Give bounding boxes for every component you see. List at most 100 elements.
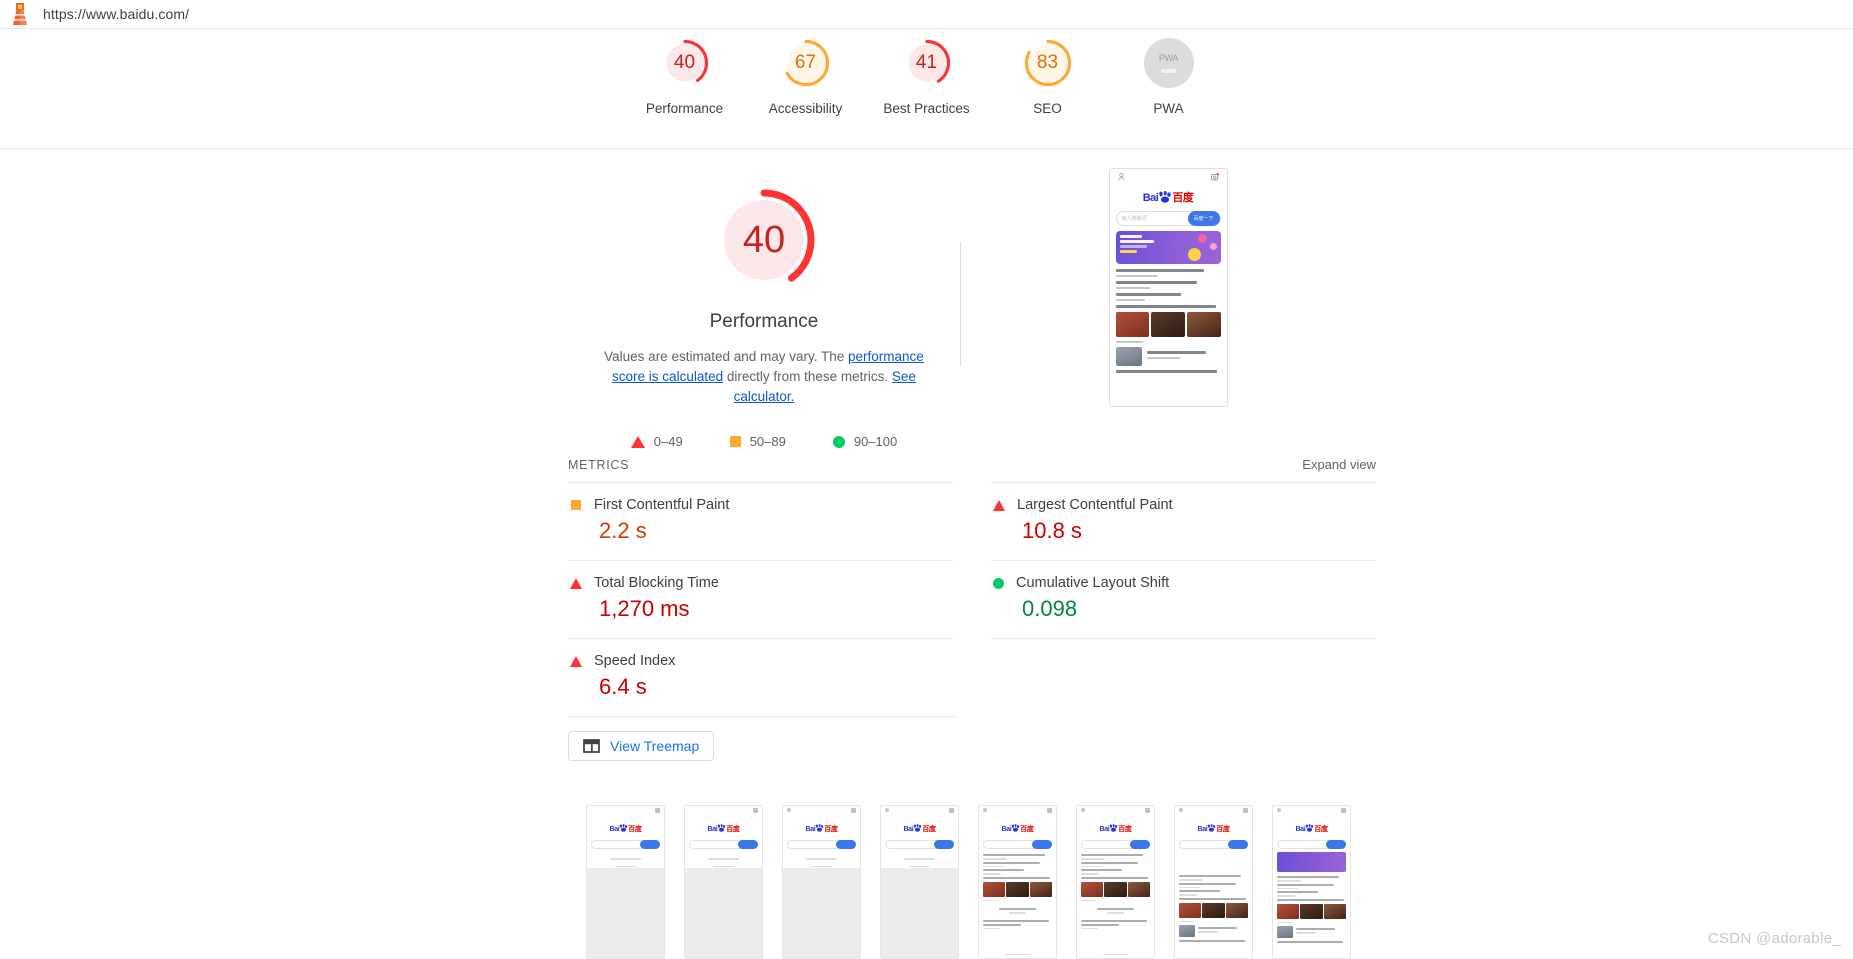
person-icon <box>1117 173 1125 181</box>
category-score-strip: 40 Performance 67 Accessibility 41 Best Pract… <box>0 29 1853 148</box>
avatar <box>1277 926 1293 938</box>
treemap-section: View Treemap <box>568 716 958 761</box>
metrics-header: METRICS Expand view <box>568 457 1376 472</box>
square-icon <box>571 500 581 510</box>
performance-score-value: 40 <box>742 218 786 261</box>
score-legend: 0–49 50–89 90–100 <box>630 434 898 449</box>
frame-statusbar <box>979 806 1056 815</box>
camera-icon <box>1145 808 1150 813</box>
metric-value: 1,270 ms <box>599 596 690 621</box>
triangle-icon <box>993 499 1005 511</box>
avatar <box>1179 925 1195 937</box>
frame-statusbar <box>783 806 860 815</box>
desc-text-1: Values are estimated and may vary. The <box>604 349 849 364</box>
metric-speed-index[interactable]: Speed Index 6.4 s <box>568 638 953 716</box>
metric-head: Speed Index <box>570 653 951 669</box>
baidu-logo: Bai 百度 <box>1099 824 1132 833</box>
gauge-performance[interactable]: 40 Performance <box>624 29 745 116</box>
metric-first-contentful-paint[interactable]: First Contentful Paint 2.2 s <box>568 482 953 560</box>
baidu-logo: Bai 百度 <box>707 824 740 833</box>
phone-search-field[interactable]: 输入搜索词 百度一下 <box>1115 211 1221 226</box>
baidu-logo: Bai 百度 <box>1001 824 1034 833</box>
phone-search-button[interactable]: 百度一下 <box>1187 211 1220 226</box>
screenshot-filmstrip: Bai 百度 Bai 百度 Bai 百度 Bai 百度 Bai 百度 Bai 百度 Bai 百度 Bai 百度 <box>586 805 1376 959</box>
gauge-ring: 67 <box>781 38 831 88</box>
circle-icon <box>993 577 1004 589</box>
filmstrip-frame[interactable]: Bai 百度 <box>782 805 861 959</box>
gauge-score-value: 40 <box>673 52 696 73</box>
frame-search-field <box>1081 840 1150 849</box>
pwa-label: PWA <box>1158 52 1179 63</box>
watermark: CSDN @adorable_ <box>1707 930 1841 947</box>
filmstrip-frame[interactable]: Bai 百度 <box>684 805 763 959</box>
gauge-seo[interactable]: 83 SEO <box>987 29 1108 116</box>
gauge-accessibility[interactable]: 67 Accessibility <box>745 29 866 116</box>
filmstrip-frame[interactable]: Bai 百度 <box>880 805 959 959</box>
baidu-paw-icon <box>1159 191 1172 203</box>
metric-label: First Contentful Paint <box>594 497 730 513</box>
gauge-score-value: 41 <box>915 52 938 73</box>
frame-image-row <box>1179 902 1248 918</box>
promo-banner[interactable] <box>1115 231 1221 264</box>
metric-label: Speed Index <box>594 653 676 669</box>
filmstrip-frame[interactable]: Bai 百度 <box>586 805 665 959</box>
metric-largest-contentful-paint[interactable]: Largest Contentful Paint 10.8 s <box>991 482 1376 560</box>
frame-search-button <box>836 840 856 849</box>
triangle-icon <box>570 577 582 589</box>
gauge-ring: 41 <box>902 38 952 88</box>
view-treemap-button[interactable]: View Treemap <box>568 731 715 761</box>
frame-statusbar <box>685 806 762 815</box>
logo-bai: Bai <box>1142 192 1159 204</box>
gauge-label: SEO <box>1033 101 1062 116</box>
frame-search-button <box>1326 840 1346 849</box>
frame-promo-banner <box>1277 852 1346 872</box>
vertical-divider <box>960 242 961 366</box>
frame-search-button <box>1032 840 1052 849</box>
person-icon <box>1179 808 1183 812</box>
filmstrip-frame[interactable]: Bai 百度 <box>1174 805 1253 959</box>
camera-icon <box>753 808 758 813</box>
final-screenshot[interactable]: Bai 百度 输入搜索词 百度一下 <box>1108 168 1228 407</box>
metric-value: 6.4 s <box>599 674 647 699</box>
view-treemap-label: View Treemap <box>610 738 700 754</box>
legend-label: 90–100 <box>853 434 898 449</box>
performance-gauge: 40 <box>710 186 818 294</box>
report-body: 40 Performance Values are estimated and … <box>568 160 1376 761</box>
gauge-best-practices[interactable]: 41 Best Practices <box>866 29 987 116</box>
gauge-ring: PWA <box>1143 38 1194 88</box>
person-icon <box>1081 808 1085 812</box>
avatar <box>1115 347 1142 366</box>
filmstrip-frame[interactable]: Bai 百度 <box>978 805 1057 959</box>
legend-item: 0–49 <box>630 434 683 449</box>
person-icon <box>787 808 791 812</box>
metric-label: Cumulative Layout Shift <box>1016 575 1170 591</box>
baidu-logo: Bai 百度 <box>1197 824 1230 833</box>
frame-image-row <box>1081 881 1150 897</box>
page-url: https://www.baidu.com/ <box>43 6 190 22</box>
metric-total-blocking-time[interactable]: Total Blocking Time 1,270 ms <box>568 560 953 638</box>
lighthouse-icon <box>12 3 28 25</box>
camera-icon <box>1047 808 1052 813</box>
triangle-icon <box>570 655 582 667</box>
frame-statusbar <box>1273 806 1350 815</box>
expand-view-toggle[interactable]: Expand view <box>1302 457 1376 472</box>
metric-value: 0.098 <box>1022 596 1078 621</box>
treemap-icon <box>583 739 600 753</box>
camera-icon <box>851 808 856 813</box>
frame-search-button <box>640 840 660 849</box>
frame-statusbar <box>881 806 958 815</box>
frame-search-field <box>885 840 954 849</box>
filmstrip-frame[interactable]: Bai 百度 <box>1076 805 1155 959</box>
legend-label: 0–49 <box>653 434 683 449</box>
phone-search-placeholder: 输入搜索词 <box>1121 216 1147 222</box>
frame-blank-area <box>685 868 762 958</box>
frame-search-field <box>1179 840 1248 849</box>
filmstrip-frame[interactable]: Bai 百度 <box>1272 805 1351 959</box>
frame-image-row <box>1277 903 1346 919</box>
metric-cumulative-layout-shift[interactable]: Cumulative Layout Shift 0.098 <box>991 560 1376 638</box>
circle-icon <box>832 435 845 448</box>
gauge-pwa[interactable]: PWA PWA <box>1108 29 1229 116</box>
gauge-label: Best Practices <box>883 101 970 116</box>
metric-value: 10.8 s <box>1022 518 1082 543</box>
metric-head: Total Blocking Time <box>570 575 951 591</box>
